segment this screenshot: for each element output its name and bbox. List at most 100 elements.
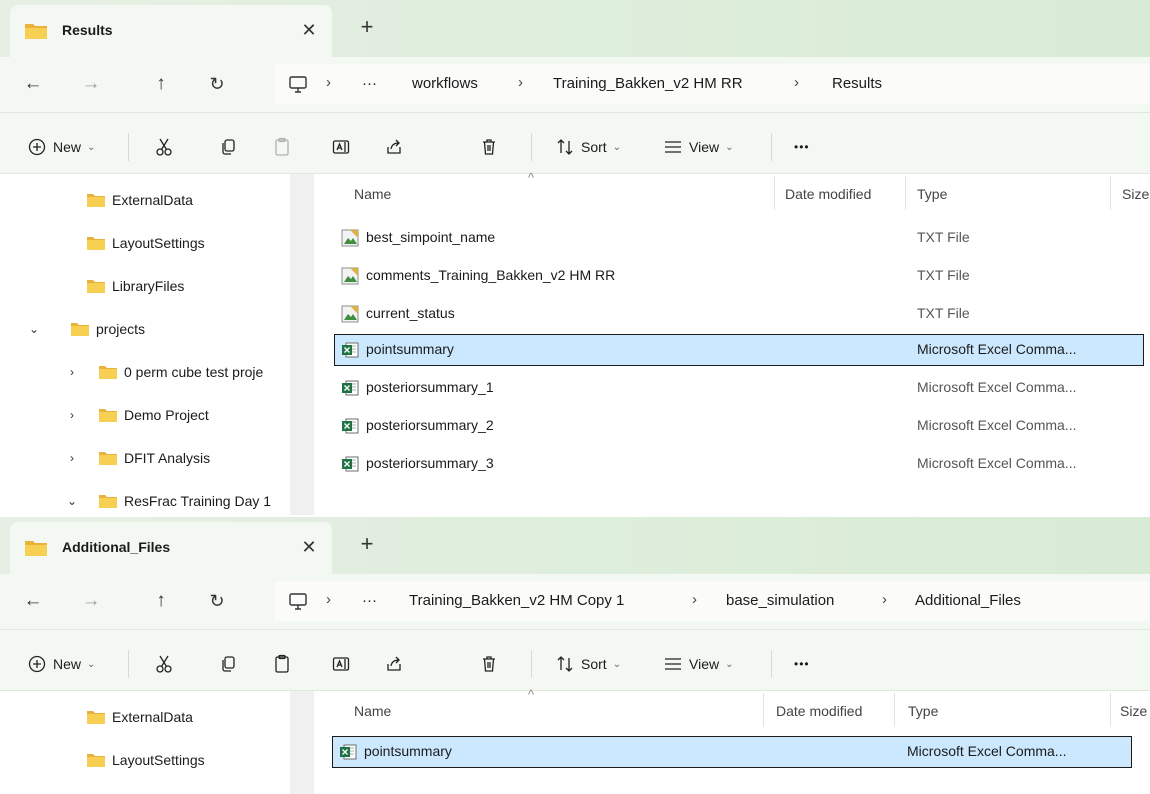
close-icon[interactable]: ✕ xyxy=(296,17,322,43)
chevron-right-icon[interactable]: › xyxy=(64,408,80,422)
chevron-right-icon[interactable]: › xyxy=(64,451,80,465)
refresh-icon[interactable]: ↻ xyxy=(202,69,232,99)
file-row[interactable]: posteriorsummary_2 Microsoft Excel Comma… xyxy=(334,410,1144,442)
share-button[interactable] xyxy=(383,135,405,159)
view-button[interactable]: View ⌄ xyxy=(662,135,733,159)
breadcrumb-item[interactable]: Results xyxy=(832,75,882,92)
chevron-down-icon[interactable]: ⌄ xyxy=(26,322,42,336)
folder-icon xyxy=(70,321,90,337)
column-divider[interactable] xyxy=(763,693,764,727)
file-row-selected[interactable]: pointsummary Microsoft Excel Comma... xyxy=(332,736,1132,768)
sidebar-scrollbar[interactable] xyxy=(290,174,314,515)
column-divider[interactable] xyxy=(1110,176,1111,210)
file-row[interactable]: posteriorsummary_3 Microsoft Excel Comma… xyxy=(334,448,1144,480)
column-divider[interactable] xyxy=(894,693,895,727)
this-pc-icon[interactable] xyxy=(288,593,308,614)
navigation-pane: ExternalData LayoutSettings LibraryFiles… xyxy=(0,174,290,515)
column-header-name[interactable]: Name xyxy=(354,703,391,719)
copy-icon xyxy=(217,136,239,158)
column-header-type[interactable]: Type xyxy=(917,186,947,202)
breadcrumb-item[interactable]: workflows xyxy=(412,75,478,92)
file-name: posteriorsummary_3 xyxy=(366,455,494,471)
file-row[interactable]: best_simpoint_name TXT File xyxy=(334,222,1144,254)
cut-button[interactable] xyxy=(153,652,175,676)
sidebar-item[interactable]: › 0 perm cube test proje xyxy=(70,354,263,390)
column-header-size[interactable]: Size xyxy=(1122,186,1149,202)
breadcrumb-overflow[interactable]: ··· xyxy=(362,75,377,92)
address-bar[interactable]: › ··· workflows › Training_Bakken_v2 HM … xyxy=(274,64,1150,104)
breadcrumb-separator: › xyxy=(794,74,799,91)
tab-additional-files[interactable]: Additional_Files ✕ xyxy=(10,522,332,574)
view-button[interactable]: View ⌄ xyxy=(662,652,733,676)
file-row-selected[interactable]: pointsummary Microsoft Excel Comma... xyxy=(334,334,1144,366)
chevron-down-icon[interactable]: ⌄ xyxy=(64,494,80,508)
chevron-down-icon: ⌄ xyxy=(612,658,622,670)
back-arrow-icon[interactable]: ← xyxy=(18,586,48,616)
up-arrow-icon[interactable]: ↑ xyxy=(146,586,176,616)
new-tab-button[interactable]: + xyxy=(354,14,380,40)
sidebar-item[interactable]: ⌄ ResFrac Training Day 1 xyxy=(67,483,271,515)
sidebar-item[interactable]: ⌄ projects xyxy=(29,311,145,347)
column-header-size[interactable]: Size xyxy=(1120,703,1147,719)
file-row[interactable]: current_status TXT File xyxy=(334,298,1144,330)
tab-results[interactable]: Results ✕ xyxy=(10,5,332,57)
back-arrow-icon[interactable]: ← xyxy=(18,69,48,99)
forward-arrow-icon[interactable]: → xyxy=(76,69,106,99)
more-options-button[interactable]: ••• xyxy=(794,652,810,676)
new-button[interactable]: New ⌄ xyxy=(26,135,95,159)
new-tab-button[interactable]: + xyxy=(354,531,380,557)
sort-button[interactable]: Sort ⌄ xyxy=(554,135,621,159)
column-header-name[interactable]: Name xyxy=(354,186,391,202)
column-header-date-modified[interactable]: Date modified xyxy=(776,703,862,719)
divider xyxy=(531,133,532,161)
delete-button[interactable] xyxy=(478,135,500,159)
sidebar-item[interactable]: › DFIT Analysis xyxy=(70,440,210,476)
sidebar-item[interactable]: LayoutSettings xyxy=(60,225,205,261)
this-pc-icon[interactable] xyxy=(288,76,308,97)
copy-button[interactable] xyxy=(217,135,239,159)
sidebar-item[interactable]: › Demo Project xyxy=(70,397,209,433)
column-divider[interactable] xyxy=(905,176,906,210)
sidebar-item[interactable]: ExternalData xyxy=(60,182,193,218)
file-row[interactable]: posteriorsummary_1 Microsoft Excel Comma… xyxy=(334,372,1144,404)
column-divider[interactable] xyxy=(1110,693,1111,727)
cut-button[interactable] xyxy=(153,135,175,159)
sort-button[interactable]: Sort ⌄ xyxy=(554,652,621,676)
copy-button[interactable] xyxy=(217,652,239,676)
sidebar-item-label: LibraryFiles xyxy=(112,278,185,294)
breadcrumb-overflow[interactable]: ··· xyxy=(362,592,377,609)
address-bar[interactable]: › ··· Training_Bakken_v2 HM Copy 1 › bas… xyxy=(274,581,1150,621)
rename-button[interactable] xyxy=(330,135,352,159)
paste-button[interactable] xyxy=(271,135,293,159)
share-button[interactable] xyxy=(383,652,405,676)
paste-button[interactable] xyxy=(271,652,293,676)
sidebar-scrollbar[interactable] xyxy=(290,691,314,794)
more-options-button[interactable]: ••• xyxy=(794,135,810,159)
file-name: pointsummary xyxy=(366,341,454,357)
breadcrumb-item[interactable]: base_simulation xyxy=(726,592,834,609)
sidebar-item[interactable]: LayoutSettings xyxy=(60,742,205,778)
folder-icon xyxy=(98,407,118,423)
refresh-icon[interactable]: ↻ xyxy=(202,586,232,616)
column-header-date-modified[interactable]: Date modified xyxy=(785,186,871,202)
breadcrumb-item[interactable]: Additional_Files xyxy=(915,592,1021,609)
file-row[interactable]: comments_Training_Bakken_v2 HM RR TXT Fi… xyxy=(334,260,1144,292)
sidebar-item[interactable]: ExternalData xyxy=(60,699,193,735)
column-divider[interactable] xyxy=(774,176,775,210)
sidebar-item[interactable]: LibraryFiles xyxy=(60,268,184,304)
forward-arrow-icon[interactable]: → xyxy=(76,586,106,616)
trash-icon xyxy=(478,653,500,675)
breadcrumb-item[interactable]: Training_Bakken_v2 HM Copy 1 xyxy=(409,592,624,609)
column-header-type[interactable]: Type xyxy=(908,703,938,719)
text-file-icon xyxy=(341,229,359,250)
close-icon[interactable]: ✕ xyxy=(296,534,322,560)
file-name: posteriorsummary_1 xyxy=(366,379,494,395)
delete-button[interactable] xyxy=(478,652,500,676)
up-arrow-icon[interactable]: ↑ xyxy=(146,69,176,99)
chevron-right-icon[interactable]: › xyxy=(64,365,80,379)
rename-button[interactable] xyxy=(330,652,352,676)
new-button[interactable]: New ⌄ xyxy=(26,652,95,676)
sort-label: Sort xyxy=(581,656,607,672)
excel-file-icon xyxy=(341,455,359,476)
breadcrumb-item[interactable]: Training_Bakken_v2 HM RR xyxy=(553,75,743,92)
